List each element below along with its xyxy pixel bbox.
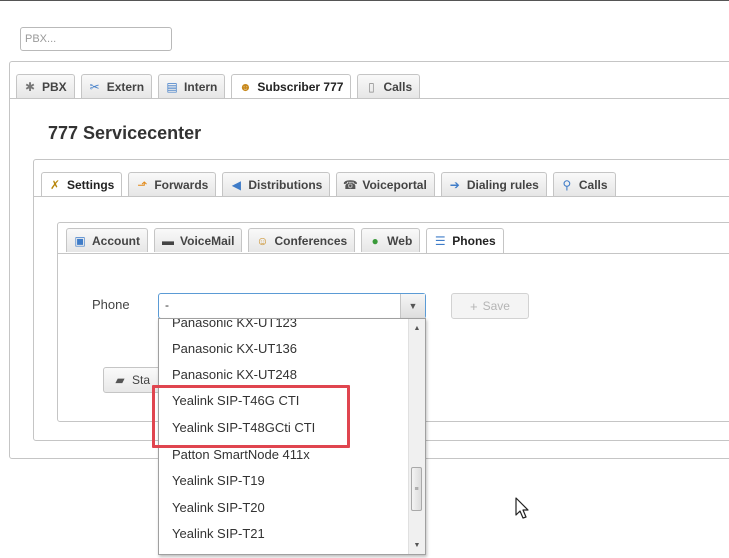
tab-forwards[interactable]: ⬏ Forwards (128, 172, 217, 196)
plus-icon: + (470, 298, 478, 314)
conference-icon: ☺ (256, 233, 269, 248)
tab-intern[interactable]: ▤ Intern (158, 74, 226, 98)
voicemail-icon: ▬ (162, 233, 174, 248)
tab-label: VoiceMail (180, 233, 235, 248)
scroll-thumb[interactable]: ≡ (411, 467, 422, 511)
settings-tabs-divider (57, 253, 729, 254)
dropdown-option[interactable]: Patton SmartNode 411x (172, 447, 310, 462)
dropdown-option[interactable]: Panasonic KX-UT136 (172, 341, 297, 356)
tab-label: Distributions (248, 177, 323, 192)
tab-distributions[interactable]: ◀ Distributions (222, 172, 331, 196)
tab-label: Account (92, 233, 140, 248)
distribution-icon: ◀ (231, 177, 241, 192)
tab-label: Conferences (274, 233, 348, 248)
wrench-icon: ✗ (49, 178, 61, 192)
chevron-down-icon[interactable]: ▼ (400, 294, 425, 318)
tab-label: Intern (184, 79, 218, 94)
gear-icon: ✱ (24, 79, 36, 94)
tab-label: PBX (42, 79, 67, 94)
account-icon: ▣ (74, 233, 86, 248)
tab-calls[interactable]: ▯ Calls (357, 74, 421, 98)
scroll-down-icon[interactable]: ▼ (409, 538, 425, 552)
dropdown-option[interactable]: Yealink SIP-T20 (172, 500, 265, 515)
main-tabs-divider (9, 98, 729, 99)
tab-voiceportal[interactable]: ☎ Voiceportal (336, 172, 435, 196)
tab-label: Settings (67, 178, 115, 192)
list-icon: ☰ (434, 234, 446, 248)
start-label: Sta (132, 373, 151, 387)
tab-settings[interactable]: ✗ Settings (41, 172, 123, 197)
phone-label: Phone (92, 297, 130, 312)
phone-select[interactable]: - ▼ (158, 293, 426, 319)
subscriber-tabs: ✗ Settings ⬏ Forwards ◀ Distributions ☎ … (41, 172, 616, 197)
tab-label: Calls (383, 79, 413, 94)
dropdown-option[interactable]: Panasonic KX-UT248 (172, 367, 297, 382)
dropdown-option[interactable]: Yealink SIP-T21 (172, 526, 265, 541)
dialing-rules-icon: ➔ (449, 177, 460, 192)
dropdown-scrollbar[interactable]: ▲ ≡ ▼ (408, 319, 425, 554)
tab-account[interactable]: ▣ Account (66, 228, 148, 252)
top-border (0, 0, 729, 1)
folder-open-icon: ▰ (115, 373, 125, 387)
magnifier-icon: ⚲ (562, 177, 572, 192)
voiceportal-icon: ☎ (342, 177, 358, 192)
tab-label: Subscriber 777 (257, 80, 344, 94)
save-button[interactable]: + Save (451, 293, 529, 319)
tab-subscriber-calls[interactable]: ⚲ Calls (552, 172, 616, 196)
phone-select-value: - (165, 298, 169, 312)
user-icon: ☻ (239, 80, 252, 94)
save-label: Save (482, 299, 510, 313)
tab-extern[interactable]: ✂ Extern (80, 74, 153, 98)
tab-label: Phones (452, 234, 496, 248)
tab-label: Dialing rules (466, 177, 539, 192)
tab-web[interactable]: ● Web (361, 228, 421, 252)
globe-icon: ● (371, 233, 379, 248)
tools-icon: ✂ (89, 79, 100, 94)
document-icon: ▯ (368, 79, 375, 94)
tab-label: Voiceportal (362, 177, 427, 192)
tab-conferences[interactable]: ☺ Conferences (248, 228, 356, 252)
tab-subscriber[interactable]: ☻ Subscriber 777 (231, 74, 352, 99)
page-title: 777 Servicecenter (48, 123, 202, 143)
book-icon: ▤ (166, 79, 178, 94)
tab-label: Web (387, 233, 413, 248)
tab-label: Calls (578, 177, 608, 192)
settings-tabs: ▣ Account ▬ VoiceMail ☺ Conferences ● We… (66, 228, 504, 253)
tab-phones[interactable]: ☰ Phones (426, 228, 504, 253)
tab-dialing-rules[interactable]: ➔ Dialing rules (440, 172, 547, 196)
scroll-up-icon[interactable]: ▲ (409, 321, 425, 335)
tab-voicemail[interactable]: ▬ VoiceMail (154, 228, 243, 252)
dropdown-option[interactable]: Panasonic KX-UT123 (172, 319, 297, 330)
main-tabs: ✱ PBX ✂ Extern ▤ Intern ☻ Subscriber 777… (16, 74, 421, 99)
dropdown-option[interactable]: Yealink SIP-T19 (172, 473, 265, 488)
tab-label: Forwards (154, 177, 209, 192)
tab-pbx[interactable]: ✱ PBX (16, 74, 75, 98)
arrow-up-icon: ⬏ (137, 177, 148, 192)
pbx-selector-input[interactable]: PBX... (20, 27, 172, 51)
tab-label: Extern (106, 79, 145, 94)
highlight-box (152, 385, 350, 448)
mouse-cursor-icon (515, 497, 529, 519)
subscriber-tabs-divider (33, 196, 729, 197)
